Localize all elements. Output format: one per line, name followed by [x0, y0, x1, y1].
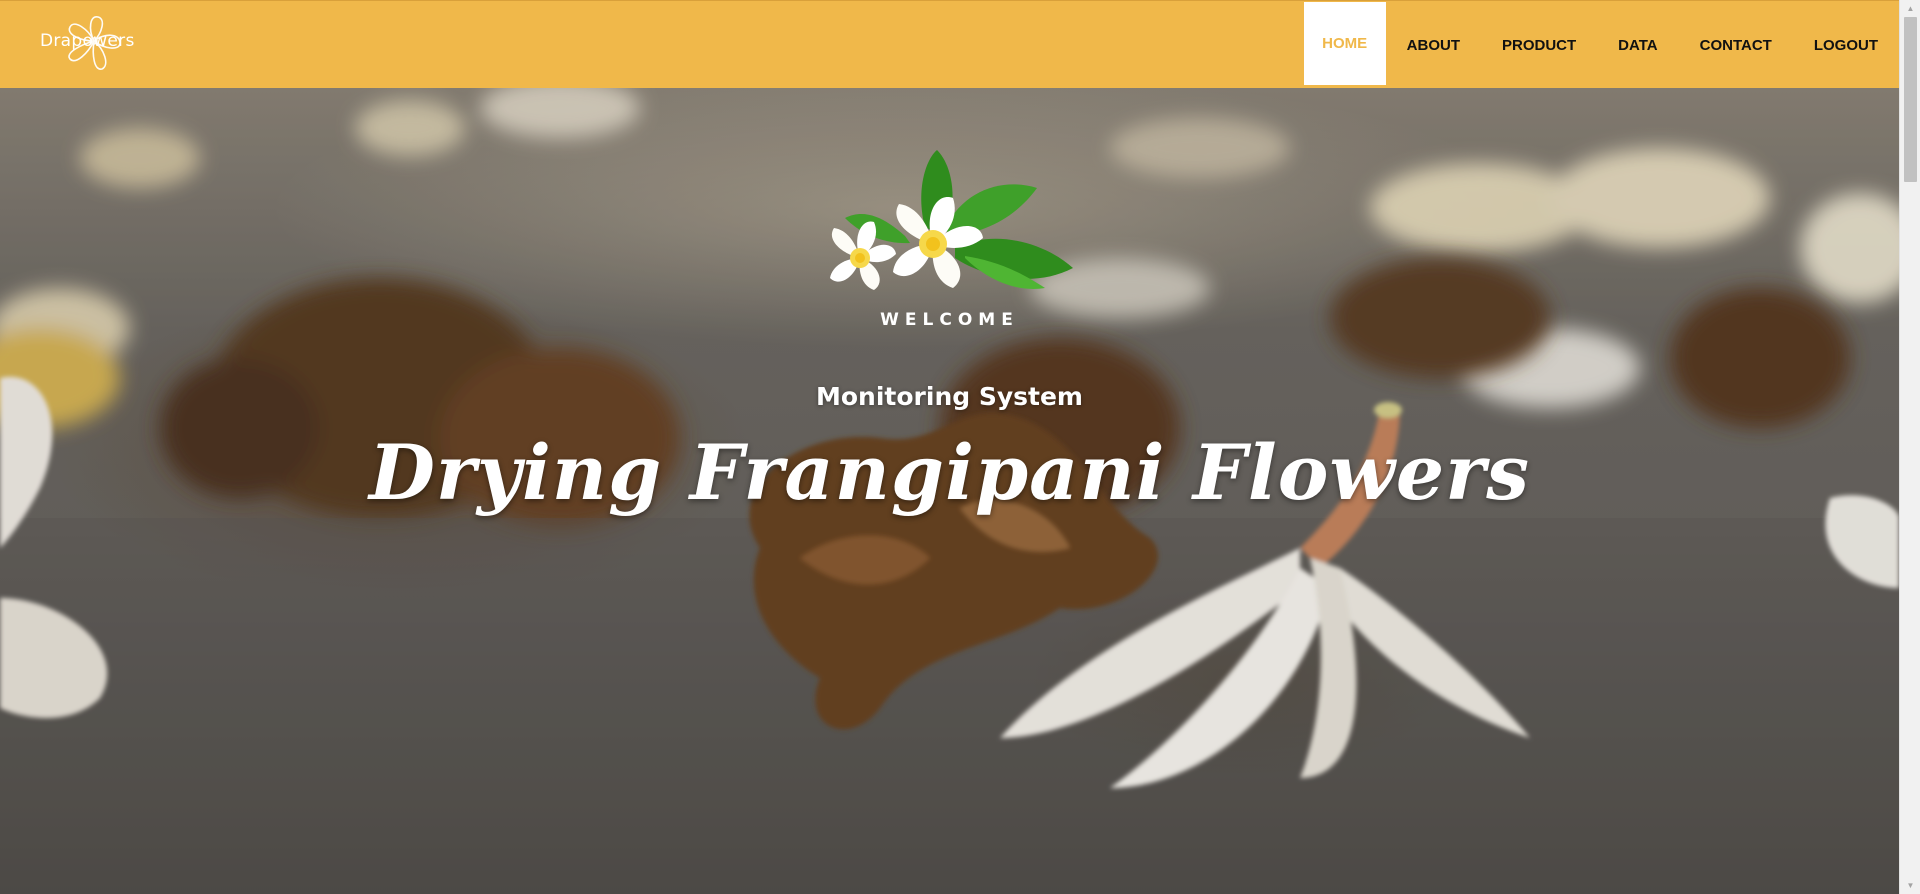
nav-data[interactable]: DATA	[1597, 1, 1678, 89]
brand-link[interactable]: Drapowers	[40, 11, 180, 73]
brand-name: Drapowers	[40, 31, 135, 51]
scroll-up-arrow-icon[interactable]: ▲	[1900, 0, 1920, 17]
nav-about[interactable]: ABOUT	[1386, 1, 1481, 89]
scrollbar-thumb[interactable]	[1904, 17, 1917, 182]
hero-title: Drying Frangipani Flowers	[368, 428, 1531, 517]
nav-home[interactable]: HOME	[1303, 2, 1386, 85]
nav-product[interactable]: PRODUCT	[1481, 1, 1597, 89]
nav-logout[interactable]: LOGOUT	[1793, 1, 1899, 89]
hero-section: WELCOME Monitoring System Drying Frangip…	[0, 88, 1899, 894]
frangipani-flowers-icon	[830, 150, 1073, 290]
main-nav: HOME ABOUT PRODUCT DATA CONTACT LOGOUT	[1303, 1, 1899, 89]
vertical-scrollbar[interactable]: ▲ ▼	[1899, 0, 1920, 894]
page-viewport: Drapowers HOME ABOUT PRODUCT DATA CONTAC…	[0, 0, 1899, 894]
scroll-down-arrow-icon[interactable]: ▼	[1900, 877, 1920, 894]
hero-subtitle: Monitoring System	[816, 382, 1083, 411]
top-navbar: Drapowers HOME ABOUT PRODUCT DATA CONTAC…	[0, 0, 1899, 88]
hero-content: WELCOME Monitoring System Drying Frangip…	[0, 88, 1899, 894]
nav-contact[interactable]: CONTACT	[1679, 1, 1793, 89]
welcome-label: WELCOME	[880, 310, 1019, 330]
